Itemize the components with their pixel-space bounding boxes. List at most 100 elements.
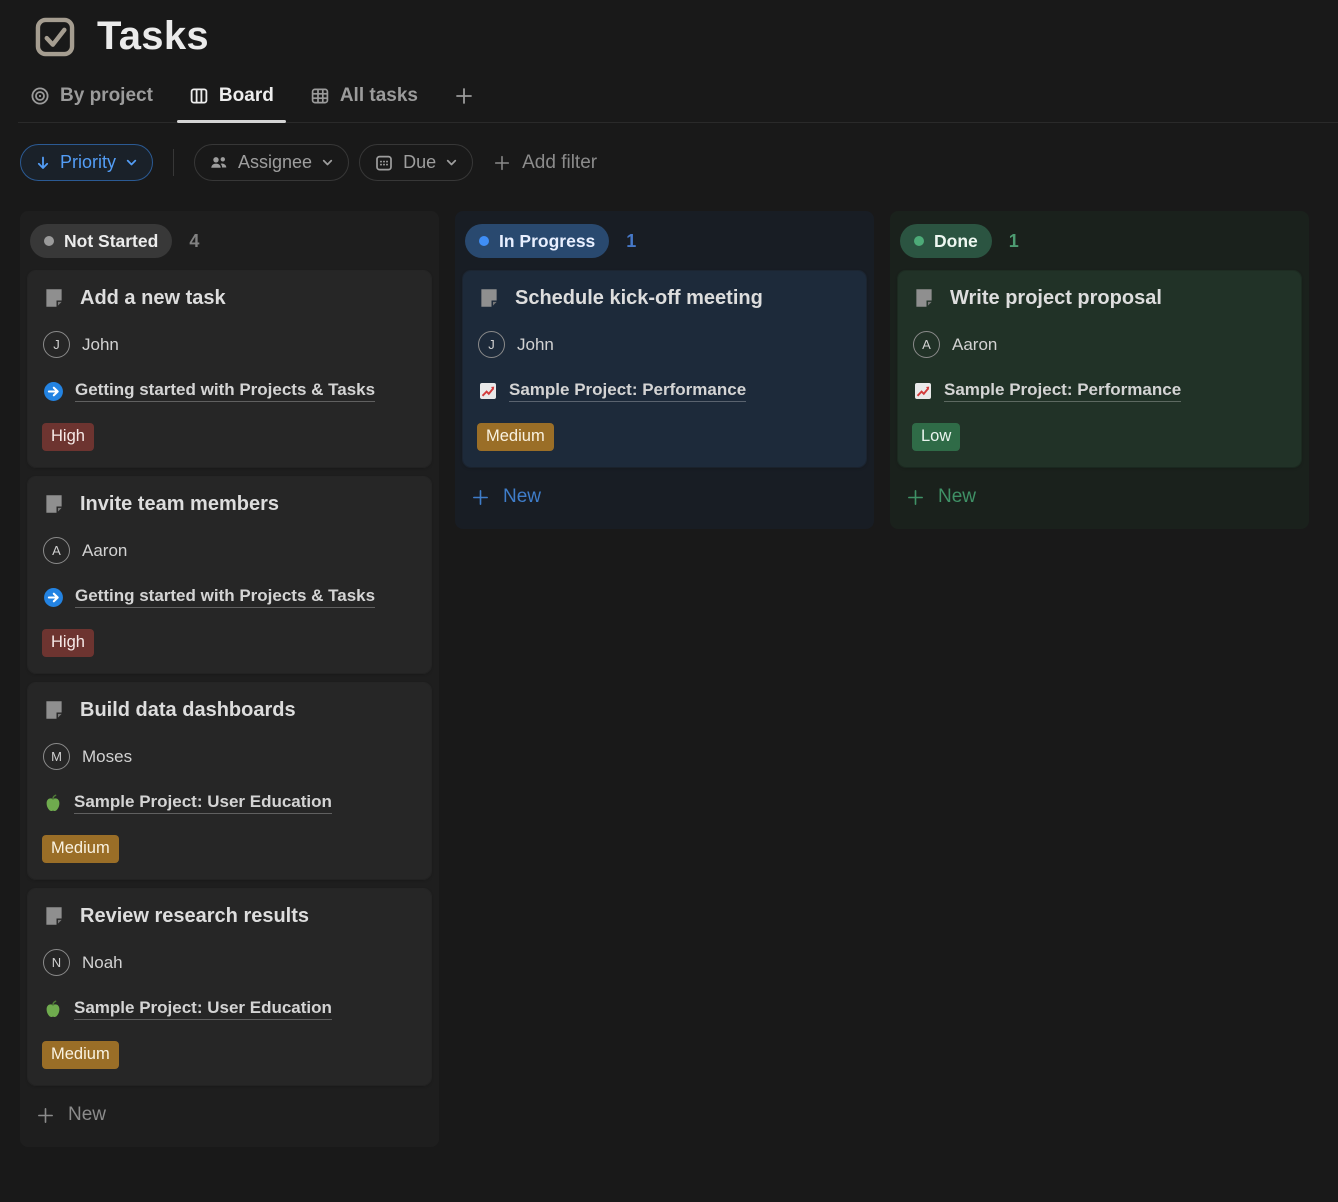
tab-label: Board [219, 85, 274, 107]
people-icon [209, 153, 229, 173]
page-icon [42, 492, 66, 516]
avatar: N [43, 949, 70, 976]
column-count: 1 [626, 231, 636, 252]
calendar-icon [374, 153, 394, 173]
status-dot-icon [44, 236, 54, 246]
task-card[interactable]: Review research results N Noah Sample Pr… [28, 889, 431, 1085]
page-header: Tasks [0, 0, 1338, 59]
page-icon [42, 698, 66, 722]
avatar: M [43, 743, 70, 770]
priority-tag[interactable]: Medium [42, 1041, 119, 1069]
column-count: 1 [1009, 231, 1019, 252]
task-title: Invite team members [80, 493, 279, 516]
avatar: A [43, 537, 70, 564]
status-pill-not-started[interactable]: Not Started [30, 224, 172, 258]
column-name: Done [934, 231, 978, 252]
checkbox-icon [33, 15, 77, 59]
column-header: Not Started 4 [28, 222, 431, 271]
avatar: J [478, 331, 505, 358]
board-column-done: Done 1 Write project proposal A Aaron [890, 211, 1309, 529]
new-task-label: New [503, 486, 541, 508]
status-dot-icon [914, 236, 924, 246]
plus-icon [471, 488, 490, 507]
priority-tag[interactable]: Medium [42, 835, 119, 863]
priority-tag[interactable]: Medium [477, 423, 554, 451]
page-title: Tasks [97, 14, 209, 59]
tab-board[interactable]: Board [189, 85, 274, 122]
green-apple-icon [43, 793, 63, 813]
assignee-name: Moses [82, 747, 132, 767]
status-pill-in-progress[interactable]: In Progress [465, 224, 609, 258]
task-title: Schedule kick-off meeting [515, 287, 763, 310]
task-card[interactable]: Invite team members A Aaron Getting star… [28, 477, 431, 673]
column-name: In Progress [499, 231, 595, 252]
target-icon [30, 86, 50, 106]
page-icon [477, 286, 501, 310]
task-card[interactable]: Build data dashboards M Moses Sample Pro… [28, 683, 431, 879]
green-apple-icon [43, 999, 63, 1019]
new-task-button[interactable]: New [28, 1095, 431, 1135]
task-title: Build data dashboards [80, 699, 296, 722]
task-title: Write project proposal [950, 287, 1162, 310]
page-icon [912, 286, 936, 310]
assignee-filter-button[interactable]: Assignee [194, 144, 349, 181]
add-view-button[interactable] [454, 86, 474, 121]
assignee-filter-label: Assignee [238, 152, 312, 173]
avatar: A [913, 331, 940, 358]
divider [173, 149, 174, 176]
task-card[interactable]: Schedule kick-off meeting J John Sample … [463, 271, 866, 467]
new-task-button[interactable]: New [898, 477, 1301, 517]
page-icon [42, 904, 66, 928]
project-link[interactable]: Sample Project: Performance [509, 380, 746, 402]
project-link[interactable]: Sample Project: Performance [944, 380, 1181, 402]
priority-tag[interactable]: High [42, 629, 94, 657]
add-filter-label: Add filter [522, 152, 597, 174]
due-filter-button[interactable]: Due [359, 144, 473, 181]
column-name: Not Started [64, 231, 158, 252]
tab-all-tasks[interactable]: All tasks [310, 85, 418, 122]
project-link[interactable]: Sample Project: User Education [74, 998, 332, 1020]
board-column-not-started: Not Started 4 Add a new task J John [20, 211, 439, 1147]
board-column-in-progress: In Progress 1 Schedule kick-off meeting … [455, 211, 874, 529]
board-icon [189, 86, 209, 106]
project-link[interactable]: Getting started with Projects & Tasks [75, 380, 375, 402]
plus-icon [36, 1106, 55, 1125]
task-title: Add a new task [80, 287, 226, 310]
chart-increasing-icon [478, 381, 498, 401]
assignee-name: Aaron [952, 335, 997, 355]
arrow-down-icon [35, 155, 51, 171]
assignee-name: John [517, 335, 554, 355]
assignee-name: Noah [82, 953, 123, 973]
tab-label: By project [60, 85, 153, 107]
chevron-down-icon [321, 156, 334, 169]
table-icon [310, 86, 330, 106]
chevron-down-icon [445, 156, 458, 169]
priority-tag[interactable]: High [42, 423, 94, 451]
plus-icon [906, 488, 925, 507]
add-filter-button[interactable]: Add filter [493, 152, 597, 174]
task-card[interactable]: Add a new task J John Getting started wi… [28, 271, 431, 467]
new-task-button[interactable]: New [463, 477, 866, 517]
column-header: Done 1 [898, 222, 1301, 271]
tab-label: All tasks [340, 85, 418, 107]
view-tabs-bar: By project Board [18, 85, 1338, 123]
project-link[interactable]: Sample Project: User Education [74, 792, 332, 814]
page-icon [42, 286, 66, 310]
new-task-label: New [68, 1104, 106, 1126]
due-filter-label: Due [403, 152, 436, 173]
status-pill-done[interactable]: Done [900, 224, 992, 258]
priority-sort-button[interactable]: Priority [20, 144, 153, 181]
tab-by-project[interactable]: By project [30, 85, 153, 122]
avatar: J [43, 331, 70, 358]
kanban-board: Not Started 4 Add a new task J John [0, 181, 1338, 1147]
assignee-name: John [82, 335, 119, 355]
filter-bar: Priority Assignee [20, 144, 1338, 181]
project-link[interactable]: Getting started with Projects & Tasks [75, 586, 375, 608]
new-task-label: New [938, 486, 976, 508]
task-card[interactable]: Write project proposal A Aaron Sample Pr… [898, 271, 1301, 467]
chevron-down-icon [125, 156, 138, 169]
column-count: 4 [189, 231, 199, 252]
priority-tag[interactable]: Low [912, 423, 960, 451]
chart-increasing-icon [913, 381, 933, 401]
status-dot-icon [479, 236, 489, 246]
